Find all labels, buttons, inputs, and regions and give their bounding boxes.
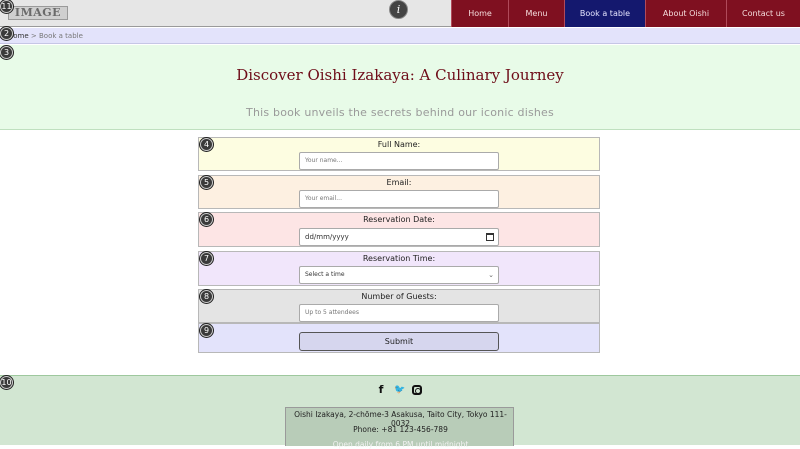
marker-badge: 5 <box>200 176 213 189</box>
info-icon[interactable]: i <box>389 0 408 19</box>
site-footer: f 🐦 Oishi Izakaya, 2-chōme-3 Asakusa, Ta… <box>0 375 800 449</box>
nav-item-book-a-table[interactable]: Book a table <box>564 0 645 27</box>
submit-button[interactable]: Submit <box>299 332 499 351</box>
marker-badge: 9 <box>200 324 213 337</box>
full-name-label: Full Name: <box>377 140 421 149</box>
marker-badge: 8 <box>200 290 213 303</box>
submit-group: Submit <box>198 323 600 353</box>
guests-label: Number of Guests: <box>361 292 437 301</box>
site-logo[interactable]: IMAGE <box>8 6 68 20</box>
facebook-icon[interactable]: f <box>374 383 388 397</box>
site-header: IMAGE i Home Menu Book a table About Ois… <box>0 0 800 27</box>
reservation-date-label: Reservation Date: <box>363 215 435 224</box>
breadcrumb-separator: > <box>28 32 39 40</box>
marker-badge: 11 <box>0 0 13 13</box>
email-group: Email: Your email... <box>198 175 600 209</box>
guests-input[interactable]: Up to 5 attendees <box>299 304 499 322</box>
reservation-time-group: Reservation Time: Select a time ⌄ <box>198 251 600 286</box>
reservation-time-select[interactable]: Select a time ⌄ <box>299 266 499 284</box>
reservation-date-input[interactable]: dd/mm/yyyy <box>299 228 499 246</box>
marker-badge: 6 <box>200 213 213 226</box>
reservation-time-label: Reservation Time: <box>362 254 436 263</box>
full-name-group: Full Name: Your name... <box>198 137 600 171</box>
twitter-icon[interactable]: 🐦 <box>393 383 407 397</box>
marker-badge: 3 <box>0 46 13 59</box>
marker-badge: 10 <box>0 376 13 389</box>
footer-phone: Phone: +81 123-456-789 <box>353 425 448 434</box>
nav-item-about-oishi[interactable]: About Oishi <box>645 0 726 27</box>
reservation-date-group: Reservation Date: dd/mm/yyyy <box>198 212 600 247</box>
instagram-icon[interactable] <box>412 385 422 395</box>
nav-item-menu[interactable]: Menu <box>508 0 564 27</box>
marker-badge: 4 <box>200 138 213 151</box>
reservation-date-value: dd/mm/yyyy <box>305 233 349 241</box>
guests-group: Number of Guests: Up to 5 attendees <box>198 289 600 323</box>
page-subtitle: This book unveils the secrets behind our… <box>246 106 554 119</box>
page-title: Discover Oishi Izakaya: A Culinary Journ… <box>236 66 564 84</box>
full-name-input[interactable]: Your name... <box>299 152 499 170</box>
reservation-time-selected: Select a time <box>305 271 345 278</box>
social-links: f 🐦 <box>374 383 422 397</box>
email-input[interactable]: Your email... <box>299 190 499 208</box>
chevron-down-icon: ⌄ <box>488 271 494 279</box>
main-nav: Home Menu Book a table About Oishi Conta… <box>451 0 800 27</box>
breadcrumb: Home > Book a table <box>0 28 800 44</box>
marker-badge: 2 <box>0 27 13 40</box>
nav-item-contact-us[interactable]: Contact us <box>726 0 800 27</box>
footer-contact-info: Oishi Izakaya, 2-chōme-3 Asakusa, Taito … <box>285 407 514 449</box>
email-label: Email: <box>386 178 412 187</box>
marker-badge: 7 <box>200 252 213 265</box>
breadcrumb-current: Book a table <box>39 32 83 40</box>
hero-section: Discover Oishi Izakaya: A Culinary Journ… <box>0 45 800 130</box>
calendar-icon[interactable] <box>486 233 494 241</box>
nav-item-home[interactable]: Home <box>451 0 508 27</box>
